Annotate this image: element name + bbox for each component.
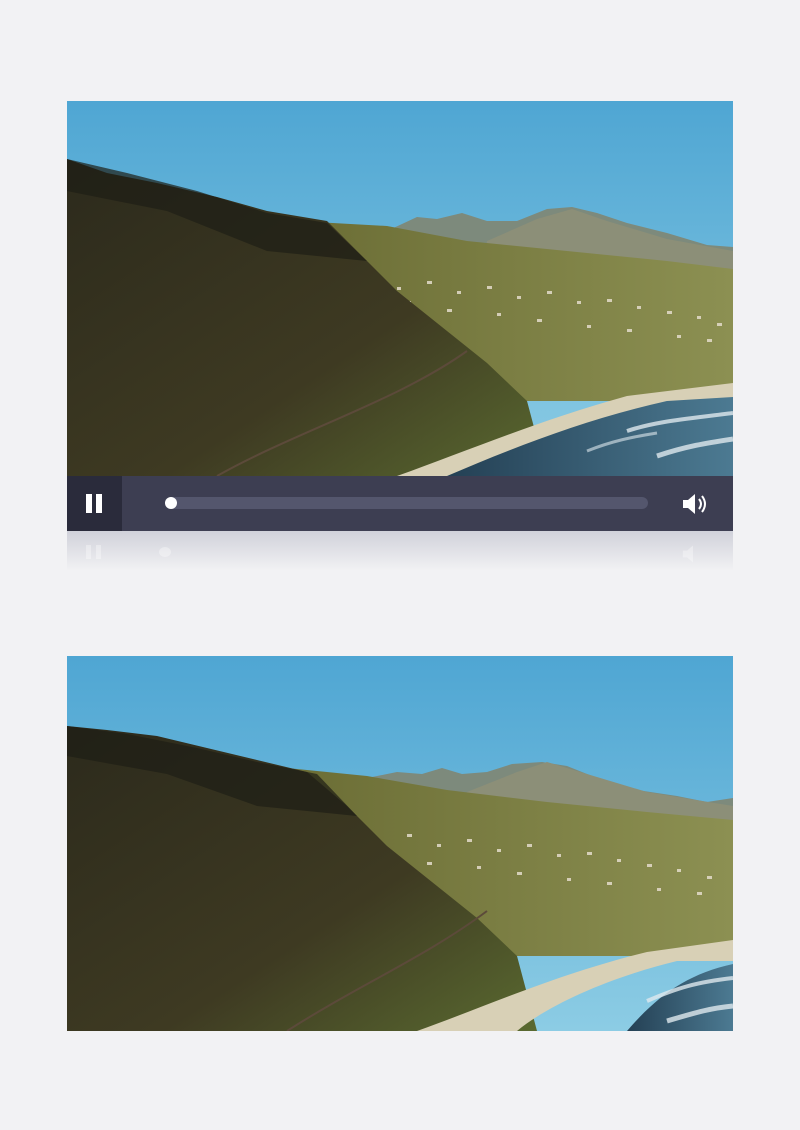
progress-bar[interactable] bbox=[165, 497, 648, 509]
reflection-knob bbox=[159, 547, 171, 557]
video-frame-image bbox=[67, 101, 733, 476]
volume-button[interactable] bbox=[681, 491, 709, 517]
video-controls bbox=[67, 476, 733, 531]
video-preview-image bbox=[67, 656, 733, 1031]
speaker-volume-icon bbox=[683, 494, 706, 514]
pause-icon bbox=[86, 494, 102, 513]
reflection-pause-icon bbox=[86, 545, 102, 559]
pause-button[interactable] bbox=[67, 476, 122, 531]
player-reflection bbox=[67, 531, 733, 571]
progress-knob[interactable] bbox=[165, 497, 177, 509]
reflection-volume-icon bbox=[681, 543, 705, 563]
video-preview-frame bbox=[67, 656, 733, 1031]
video-frame[interactable] bbox=[67, 101, 733, 476]
